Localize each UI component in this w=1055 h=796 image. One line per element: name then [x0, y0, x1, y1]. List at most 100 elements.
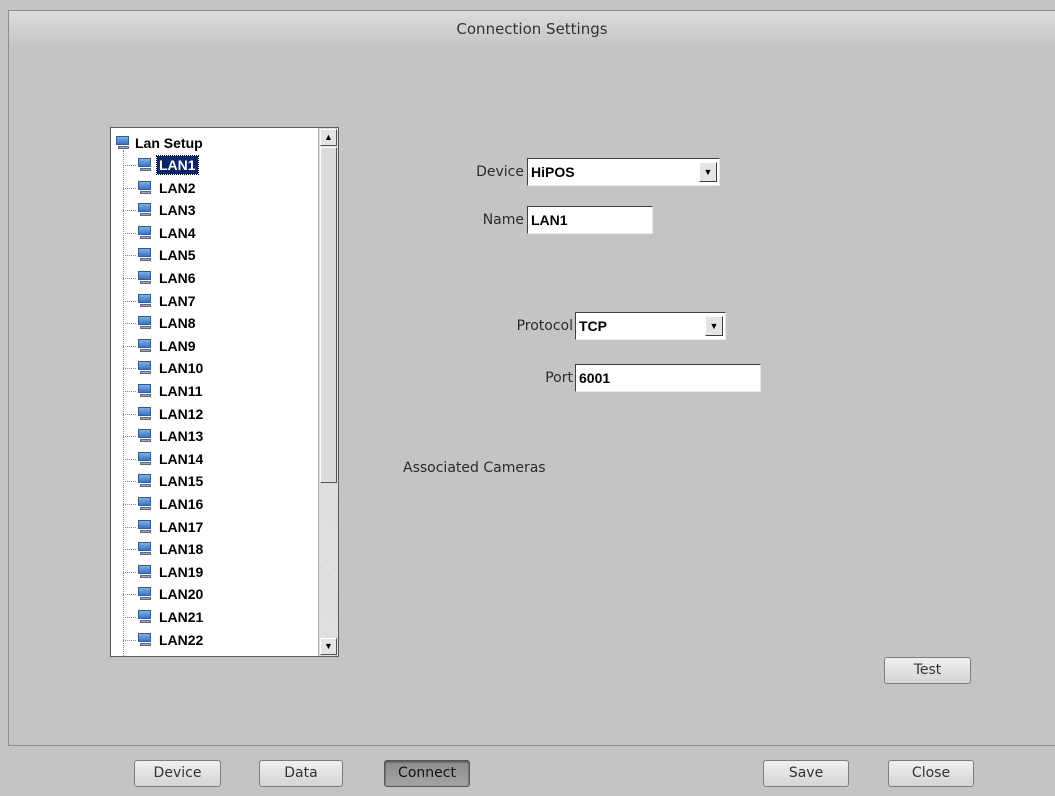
network-computer-icon [137, 293, 153, 308]
name-input[interactable] [531, 207, 652, 233]
tree-scrollbar[interactable]: ▲ ▼ [318, 128, 338, 656]
network-computer-icon [137, 248, 153, 262]
network-computer-icon [137, 610, 153, 624]
network-computer-icon [137, 384, 153, 398]
lan-tree-list: Lan Setup LAN1 LAN2 LAN3 LAN4 LAN5 LAN6 LAN7 LA… [111, 128, 318, 656]
network-computer-icon [137, 587, 153, 601]
name-field[interactable] [527, 206, 653, 234]
tree-item-label: LAN1 [156, 155, 199, 175]
network-computer-icon [137, 361, 153, 375]
tree-item[interactable]: LAN16 [123, 493, 205, 515]
chevron-down-icon[interactable]: ▼ [705, 316, 723, 336]
window-title: Connection Settings [8, 10, 1055, 47]
scrollbar-thumb[interactable] [320, 147, 337, 483]
port-input[interactable] [579, 365, 760, 391]
tree-item[interactable]: LAN22 [123, 629, 205, 651]
tree-item[interactable]: LAN20 [123, 583, 205, 605]
tree-item-label: LAN6 [159, 270, 196, 286]
data-button[interactable]: Data [259, 760, 343, 787]
tree-item[interactable]: LAN12 [123, 403, 205, 425]
tree-item[interactable]: LAN2 [123, 177, 198, 199]
associated-cameras-label: Associated Cameras [403, 460, 546, 476]
tree-item[interactable]: LAN11 [123, 380, 205, 402]
tree-root-lan-setup[interactable]: Lan Setup [115, 132, 203, 154]
close-button[interactable]: Close [888, 760, 974, 787]
tree-item[interactable]: LAN10 [123, 357, 205, 379]
device-select[interactable]: HiPOS ▼ [527, 158, 720, 186]
lan-tree[interactable]: Lan Setup LAN1 LAN2 LAN3 LAN4 LAN5 LAN6 LAN7 LA… [110, 127, 339, 657]
tree-connector [123, 368, 136, 370]
tree-item-label: LAN20 [159, 586, 204, 603]
network-computer-icon [137, 451, 153, 466]
tree-item[interactable]: LAN4 [123, 222, 198, 244]
tree-item[interactable]: LAN7 [123, 290, 198, 312]
network-computer-icon [115, 136, 131, 150]
tree-connector [123, 413, 136, 415]
device-select-value: HiPOS [531, 164, 575, 180]
tree-connector [123, 391, 136, 392]
tree-item-label: LAN3 [159, 202, 196, 219]
tree-item-label: LAN22 [159, 631, 204, 648]
tree-item[interactable]: LAN6 [123, 267, 198, 289]
tree-connector [123, 639, 136, 641]
tree-item[interactable]: LAN8 [123, 312, 198, 334]
port-field[interactable] [575, 364, 761, 392]
network-computer-icon [137, 519, 153, 534]
tree-connector [123, 165, 136, 166]
network-computer-icon [137, 158, 153, 172]
network-computer-icon [137, 632, 153, 647]
network-computer-icon [137, 429, 153, 443]
tree-item[interactable]: LAN15 [123, 470, 205, 492]
device-label: Device [476, 164, 524, 180]
network-computer-icon [137, 542, 153, 556]
tree-connector [123, 345, 136, 347]
tree-item[interactable]: LAN19 [123, 561, 205, 583]
tree-item-label: LAN11 [159, 383, 203, 399]
save-button[interactable]: Save [763, 760, 849, 787]
tree-item-label: LAN17 [159, 518, 204, 535]
tree-item-label: LAN4 [159, 224, 196, 241]
tree-item[interactable]: LAN9 [123, 335, 198, 357]
network-computer-icon [137, 180, 153, 195]
network-computer-icon [137, 316, 153, 330]
protocol-select[interactable]: TCP ▼ [575, 312, 726, 340]
tree-root-label: Lan Setup [135, 135, 203, 151]
network-computer-icon [137, 406, 153, 421]
tree-connector [123, 255, 136, 257]
tree-item-label: LAN13 [159, 428, 204, 445]
tree-item[interactable]: LAN1 [123, 154, 199, 176]
tree-item-label: LAN8 [159, 315, 196, 332]
scroll-up-icon[interactable]: ▲ [320, 129, 337, 146]
tree-item[interactable]: LAN18 [123, 538, 205, 560]
tree-connector [123, 526, 136, 528]
tree-item[interactable]: LAN3 [123, 199, 198, 221]
tree-item-label: LAN21 [159, 609, 204, 625]
port-label: Port [545, 370, 573, 386]
protocol-label: Protocol [516, 318, 573, 334]
scroll-down-icon[interactable]: ▼ [320, 638, 337, 655]
tree-item[interactable]: LAN21 [123, 606, 205, 628]
tree-connector [123, 481, 136, 483]
tree-connector [123, 436, 136, 438]
tree-item-label: LAN9 [159, 337, 196, 354]
tree-item-label: LAN10 [159, 360, 204, 377]
protocol-select-value: TCP [579, 318, 607, 334]
tree-item[interactable]: LAN5 [123, 244, 198, 266]
tree-connector [123, 187, 136, 189]
tree-item[interactable]: LAN13 [123, 425, 205, 447]
network-computer-icon [137, 338, 153, 353]
connect-button[interactable]: Connect [384, 760, 470, 787]
tree-connector [123, 210, 136, 212]
chevron-down-icon[interactable]: ▼ [699, 162, 717, 182]
network-computer-icon [137, 497, 153, 511]
device-button[interactable]: Device [134, 760, 221, 787]
test-button[interactable]: Test [884, 657, 971, 684]
tree-item[interactable]: LAN17 [123, 516, 205, 538]
tree-connector [123, 278, 136, 279]
tree-item[interactable]: LAN14 [123, 448, 205, 470]
connection-settings-window: Connection Settings Lan Setup LAN1 LAN2 LA… [0, 0, 1055, 796]
tree-item-label: LAN7 [159, 292, 196, 309]
tree-connector [123, 571, 136, 573]
tree-connector [123, 232, 136, 234]
tree-item-label: LAN18 [159, 541, 204, 558]
